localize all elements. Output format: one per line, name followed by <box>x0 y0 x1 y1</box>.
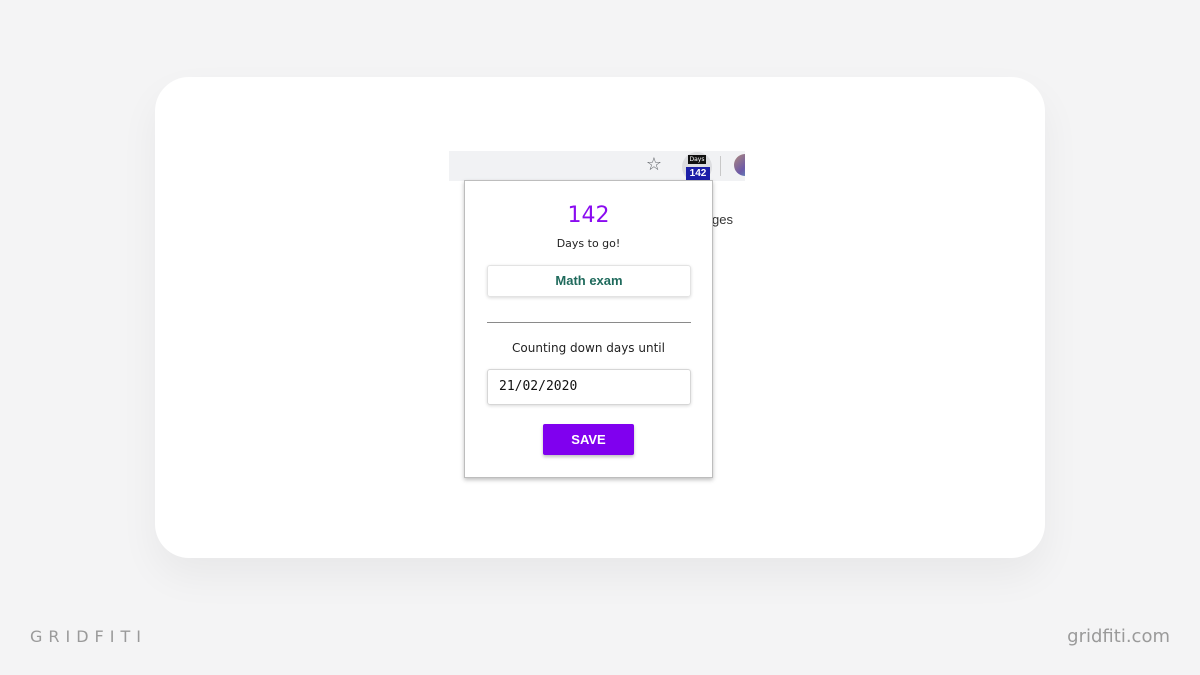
event-name-field[interactable]: Math exam <box>487 265 691 297</box>
divider <box>487 322 691 323</box>
crop-mask <box>745 150 775 490</box>
brand-url: gridfiti.com <box>1067 626 1170 647</box>
star-icon[interactable]: ☆ <box>644 155 664 175</box>
countdown-popup: 142 Days to go! Math exam Counting down … <box>464 180 713 478</box>
countdown-until-label: Counting down days until <box>512 341 665 355</box>
extension-top-label: Days <box>688 155 706 164</box>
toolbar-divider <box>720 156 721 176</box>
extension-badge: 142 <box>686 167 710 180</box>
date-input[interactable]: 21/02/2020 <box>487 369 691 405</box>
background-page-text: ges <box>712 212 733 227</box>
brand-wordmark: GRIDFITI <box>30 627 147 646</box>
days-to-go-label: Days to go! <box>556 237 621 250</box>
save-button[interactable]: SAVE <box>543 424 634 455</box>
days-count: 142 <box>567 203 610 228</box>
